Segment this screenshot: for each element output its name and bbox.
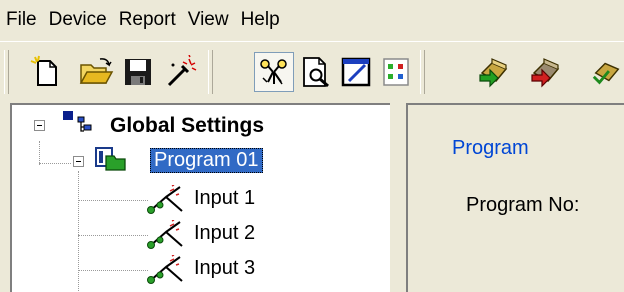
settings-grid-icon	[383, 58, 409, 86]
print-preview-icon	[303, 57, 329, 88]
device-red-arrow-icon	[531, 58, 560, 88]
edit-button[interactable]	[336, 52, 376, 92]
tree-item-global-settings[interactable]: Global Settings	[110, 114, 264, 138]
details-panel: Program Program No:	[406, 103, 624, 292]
print-preview-button[interactable]	[296, 52, 336, 92]
tree-connector	[78, 200, 148, 201]
panel-splitter[interactable]	[390, 103, 406, 292]
device-check-icon	[592, 62, 620, 85]
tree-connector	[39, 141, 40, 165]
program-no-label: Program No:	[466, 194, 580, 216]
settings-button[interactable]	[376, 52, 416, 92]
tree-connector	[78, 270, 148, 271]
input-node-icon	[147, 255, 183, 284]
wizard-button[interactable]	[162, 52, 202, 92]
edit-slash-icon	[341, 57, 371, 87]
toolbar	[0, 41, 624, 104]
save-button[interactable]	[118, 52, 158, 92]
tree-item-input-1[interactable]: Input 1	[194, 187, 255, 210]
menu-bar: File Device Report View Help	[0, 0, 624, 40]
tree-connector	[78, 235, 148, 236]
menu-help[interactable]: Help	[235, 0, 286, 40]
new-file-icon	[30, 55, 57, 86]
open-button[interactable]	[76, 52, 116, 92]
device-green-arrow-icon	[479, 58, 508, 88]
magic-wand-icon	[167, 55, 197, 87]
topology-button[interactable]	[254, 52, 294, 92]
device-download-button[interactable]	[474, 52, 514, 92]
toolbar-separator	[208, 50, 213, 94]
new-file-button[interactable]	[26, 52, 66, 92]
menu-report[interactable]: Report	[113, 0, 182, 40]
tree-view[interactable]: Global Settings Program 01 Input 1 Input…	[10, 103, 390, 292]
details-heading: Program	[452, 137, 529, 159]
tree-connector	[39, 163, 71, 164]
device-verify-button[interactable]	[590, 52, 624, 92]
tree-connector	[78, 171, 79, 291]
input-node-icon	[147, 185, 183, 214]
input-node-icon	[147, 220, 183, 249]
toolbar-grip[interactable]	[4, 50, 9, 94]
device-upload-button[interactable]	[526, 52, 566, 92]
menu-view[interactable]: View	[182, 0, 235, 40]
collapse-toggle[interactable]	[34, 120, 45, 131]
collapse-toggle[interactable]	[73, 156, 84, 167]
menu-device[interactable]: Device	[43, 0, 113, 40]
program-folder-icon	[95, 147, 126, 171]
open-folder-icon	[79, 58, 114, 84]
save-disk-icon	[125, 59, 151, 85]
menu-file[interactable]: File	[0, 0, 43, 40]
global-settings-icon	[63, 111, 92, 132]
network-diagram-icon	[260, 59, 287, 85]
tree-item-input-2[interactable]: Input 2	[194, 222, 255, 245]
toolbar-separator	[420, 50, 425, 94]
tree-item-input-3[interactable]: Input 3	[194, 257, 255, 280]
tree-item-program-01[interactable]: Program 01	[150, 148, 263, 173]
